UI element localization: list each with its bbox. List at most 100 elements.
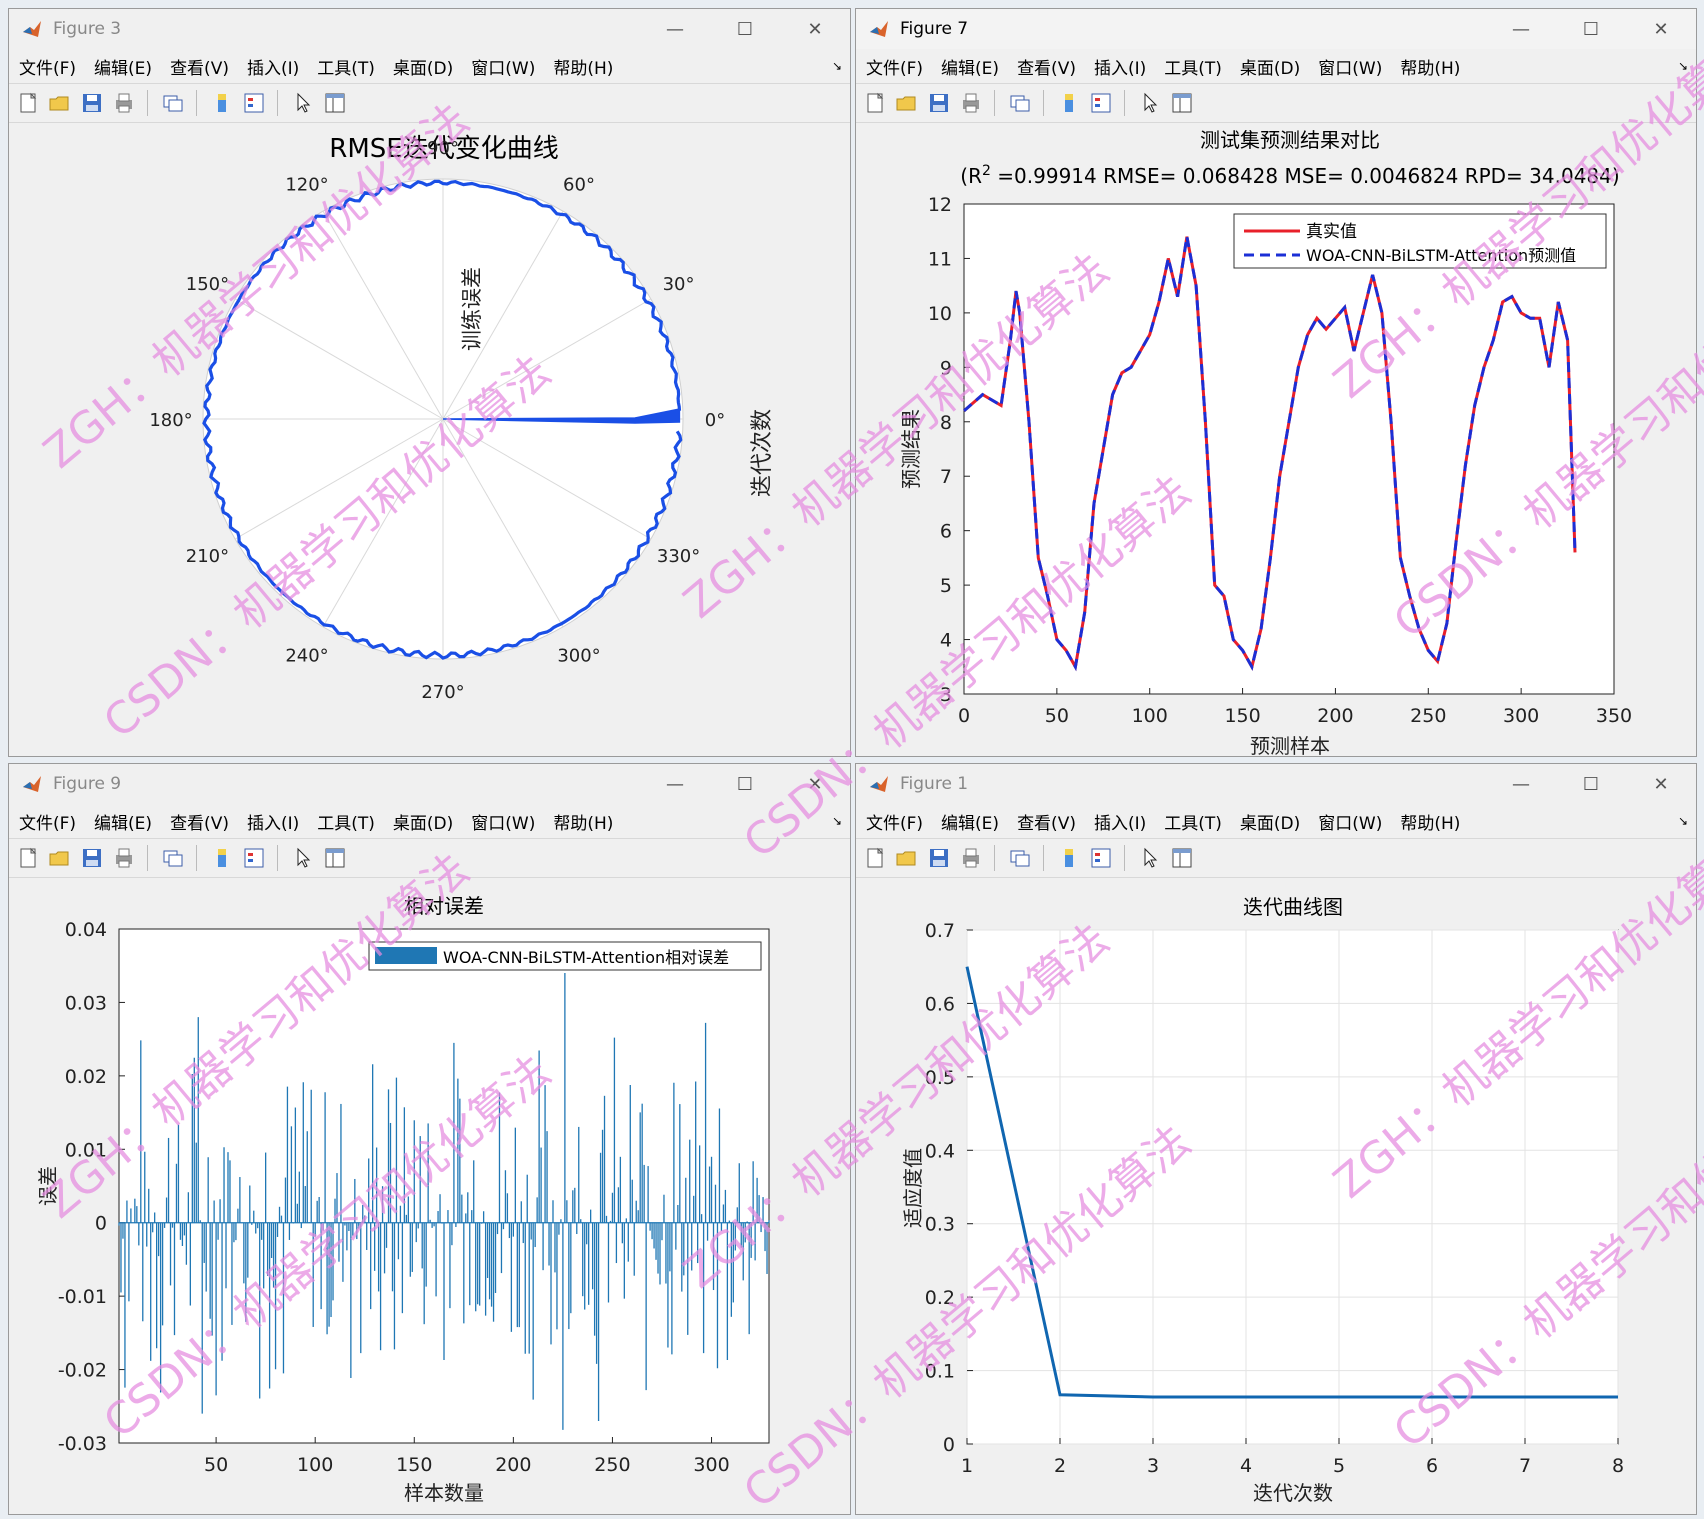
figure9-titlebar[interactable]: Figure 9 — ☐ ✕	[9, 764, 850, 804]
new-figure-icon[interactable]	[862, 90, 888, 116]
colorbar-icon[interactable]	[1056, 845, 1082, 871]
menu-tools[interactable]: 工具(T)	[1164, 809, 1222, 834]
figure3-titlebar[interactable]: Figure 3 — ☐ ✕	[9, 9, 850, 49]
colorbar-icon[interactable]	[209, 90, 235, 116]
dock-arrow-icon[interactable]: ↘	[1678, 814, 1688, 828]
menu-insert[interactable]: 插入(I)	[1094, 54, 1146, 79]
menu-help[interactable]: 帮助(H)	[1400, 809, 1460, 834]
menu-help[interactable]: 帮助(H)	[553, 54, 613, 79]
menu-edit[interactable]: 编辑(E)	[941, 809, 999, 834]
link-plot-icon[interactable]	[1007, 845, 1033, 871]
menu-desktop[interactable]: 桌面(D)	[393, 54, 453, 79]
legend-icon[interactable]	[241, 845, 267, 871]
y-tick-label: 0.6	[925, 993, 955, 1015]
pointer-icon[interactable]	[290, 845, 316, 871]
x-tick-label: 6	[1426, 1455, 1438, 1477]
open-file-icon[interactable]	[894, 90, 920, 116]
link-plot-icon[interactable]	[160, 90, 186, 116]
legend-icon[interactable]	[1088, 90, 1114, 116]
pointer-icon[interactable]	[1137, 90, 1163, 116]
open-file-icon[interactable]	[47, 90, 73, 116]
menu-tools[interactable]: 工具(T)	[317, 809, 375, 834]
menu-insert[interactable]: 插入(I)	[247, 54, 299, 79]
property-editor-icon[interactable]	[1169, 90, 1195, 116]
save-icon[interactable]	[926, 845, 952, 871]
link-plot-icon[interactable]	[160, 845, 186, 871]
maximize-button[interactable]: ☐	[710, 9, 780, 49]
minimize-button[interactable]: —	[1486, 764, 1556, 804]
save-icon[interactable]	[926, 90, 952, 116]
save-icon[interactable]	[79, 845, 105, 871]
menu-file[interactable]: 文件(F)	[19, 809, 76, 834]
pointer-icon[interactable]	[1137, 845, 1163, 871]
maximize-button[interactable]: ☐	[710, 764, 780, 804]
pointer-icon[interactable]	[290, 90, 316, 116]
figure7-titlebar[interactable]: Figure 7 — ☐ ✕	[856, 9, 1696, 49]
menu-window[interactable]: 窗口(W)	[471, 809, 535, 834]
property-editor-icon[interactable]	[322, 90, 348, 116]
minimize-button[interactable]: —	[1486, 9, 1556, 49]
close-button[interactable]: ✕	[780, 9, 850, 49]
maximize-button[interactable]: ☐	[1556, 9, 1626, 49]
y-tick-label: 8	[940, 412, 952, 434]
x-tick-label: 150	[1224, 705, 1260, 727]
print-icon[interactable]	[958, 90, 984, 116]
maximize-button[interactable]: ☐	[1556, 764, 1626, 804]
new-figure-icon[interactable]	[862, 845, 888, 871]
print-icon[interactable]	[958, 845, 984, 871]
menu-file[interactable]: 文件(F)	[866, 809, 923, 834]
minimize-button[interactable]: —	[640, 764, 710, 804]
minimize-button[interactable]: —	[640, 9, 710, 49]
colorbar-icon[interactable]	[209, 845, 235, 871]
menu-view[interactable]: 查看(V)	[170, 54, 229, 79]
dock-arrow-icon[interactable]: ↘	[832, 59, 842, 73]
menu-view[interactable]: 查看(V)	[1017, 809, 1076, 834]
menu-edit[interactable]: 编辑(E)	[94, 809, 152, 834]
new-figure-icon[interactable]	[15, 90, 41, 116]
open-file-icon[interactable]	[894, 845, 920, 871]
menu-desktop[interactable]: 桌面(D)	[1240, 809, 1300, 834]
figure7-window[interactable]: Figure 7 — ☐ ✕ 文件(F) 编辑(E) 查看(V) 插入(I) 工…	[855, 8, 1697, 757]
x-tick-label: 150	[396, 1454, 432, 1476]
figure1-titlebar[interactable]: Figure 1 — ☐ ✕	[856, 764, 1696, 804]
menu-insert[interactable]: 插入(I)	[1094, 809, 1146, 834]
link-plot-icon[interactable]	[1007, 90, 1033, 116]
menu-desktop[interactable]: 桌面(D)	[393, 809, 453, 834]
property-editor-icon[interactable]	[322, 845, 348, 871]
menu-help[interactable]: 帮助(H)	[553, 809, 613, 834]
y-tick-label: -0.03	[58, 1433, 107, 1455]
menu-view[interactable]: 查看(V)	[170, 809, 229, 834]
legend-icon[interactable]	[241, 90, 267, 116]
menu-file[interactable]: 文件(F)	[19, 54, 76, 79]
dock-arrow-icon[interactable]: ↘	[1678, 59, 1688, 73]
figure1-window[interactable]: Figure 1 — ☐ ✕ 文件(F) 编辑(E) 查看(V) 插入(I) 工…	[855, 763, 1697, 1515]
menu-tools[interactable]: 工具(T)	[1164, 54, 1222, 79]
menu-window[interactable]: 窗口(W)	[471, 54, 535, 79]
toolbar-separator	[994, 845, 995, 871]
property-editor-icon[interactable]	[1169, 845, 1195, 871]
menu-window[interactable]: 窗口(W)	[1318, 809, 1382, 834]
menu-insert[interactable]: 插入(I)	[247, 809, 299, 834]
menu-tools[interactable]: 工具(T)	[317, 54, 375, 79]
close-button[interactable]: ✕	[1626, 9, 1696, 49]
menu-desktop[interactable]: 桌面(D)	[1240, 54, 1300, 79]
menu-file[interactable]: 文件(F)	[866, 54, 923, 79]
menu-help[interactable]: 帮助(H)	[1400, 54, 1460, 79]
menu-edit[interactable]: 编辑(E)	[94, 54, 152, 79]
print-icon[interactable]	[111, 90, 137, 116]
new-figure-icon[interactable]	[15, 845, 41, 871]
colorbar-icon[interactable]	[1056, 90, 1082, 116]
dock-arrow-icon[interactable]: ↘	[832, 814, 842, 828]
menu-edit[interactable]: 编辑(E)	[941, 54, 999, 79]
figure3-window[interactable]: Figure 3 — ☐ ✕ 文件(F) 编辑(E) 查看(V) 插入(I) 工…	[8, 8, 851, 757]
figure9-title: Figure 9	[53, 774, 122, 794]
close-button[interactable]: ✕	[780, 764, 850, 804]
legend-icon[interactable]	[1088, 845, 1114, 871]
figure9-window[interactable]: Figure 9 — ☐ ✕ 文件(F) 编辑(E) 查看(V) 插入(I) 工…	[8, 763, 851, 1515]
close-button[interactable]: ✕	[1626, 764, 1696, 804]
save-icon[interactable]	[79, 90, 105, 116]
print-icon[interactable]	[111, 845, 137, 871]
menu-window[interactable]: 窗口(W)	[1318, 54, 1382, 79]
menu-view[interactable]: 查看(V)	[1017, 54, 1076, 79]
open-file-icon[interactable]	[47, 845, 73, 871]
